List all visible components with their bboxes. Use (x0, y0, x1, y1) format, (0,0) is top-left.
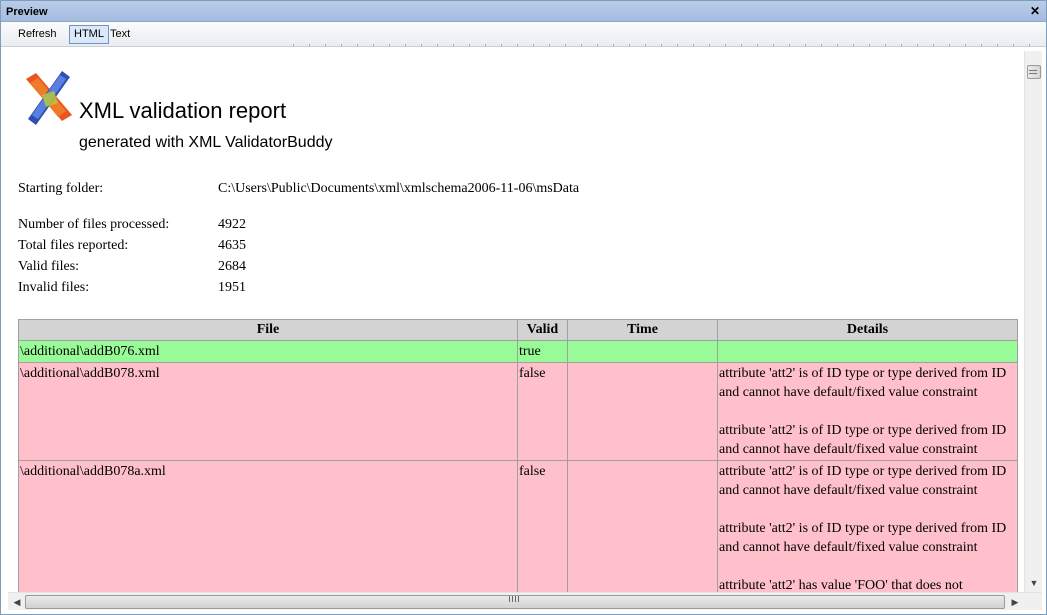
valid-cell: false (517, 362, 568, 461)
report-subtitle: generated with XML ValidatorBuddy (79, 134, 333, 151)
html-view-button[interactable]: HTML (69, 25, 109, 44)
details-cell: attribute 'att2' is of ID type or type d… (717, 362, 1018, 461)
report-title: XML validation report (79, 98, 287, 123)
detail-message: attribute 'att2' is of ID type or type d… (719, 366, 1007, 400)
table-row: \additional\addB076.xml true (18, 340, 1018, 363)
detail-message: attribute 'att2' is of ID type or type d… (719, 521, 1007, 555)
valid-files-value: 2684 (218, 259, 246, 274)
html-preview-viewport[interactable]: XML validation report generated with XML… (8, 51, 1024, 592)
time-cell (567, 340, 718, 363)
column-header-details: Details (717, 319, 1018, 341)
column-header-valid: Valid (517, 319, 568, 341)
column-header-file: File (18, 319, 518, 341)
preview-panel: Preview ✕ Refresh HTML Text XML validati… (0, 0, 1047, 615)
file-cell: \additional\addB078a.xml (18, 460, 518, 592)
xml-validatorbuddy-logo-icon (26, 71, 72, 125)
table-row: \additional\addB078a.xml false attribute… (18, 460, 1018, 592)
detail-message: attribute 'att2' has value 'FOO' that do… (719, 578, 963, 592)
table-row: \additional\addB078.xml false attribute … (18, 362, 1018, 461)
details-cell: attribute 'att2' is of ID type or type d… (717, 460, 1018, 592)
files-reported-value: 4635 (218, 238, 246, 253)
table-header-row: File Valid Time Details (18, 319, 1018, 341)
starting-folder-label: Starting folder: (18, 181, 104, 196)
details-cell (717, 340, 1018, 363)
arrow-left-icon[interactable]: ◀ (10, 595, 24, 609)
text-view-button[interactable]: Text (105, 25, 135, 44)
detail-message: attribute 'att2' is of ID type or type d… (719, 423, 1007, 457)
files-processed-value: 4922 (218, 217, 246, 232)
panel-titlebar: Preview ✕ (1, 1, 1046, 22)
vertical-scrollbar[interactable]: ▼ (1024, 51, 1042, 592)
toolbar-separator (293, 44, 1038, 46)
validation-results-table: File Valid Time Details \additional\addB… (18, 319, 1018, 592)
files-reported-label: Total files reported: (18, 238, 129, 253)
invalid-files-value: 1951 (218, 280, 246, 295)
files-processed-label: Number of files processed: (18, 217, 170, 232)
time-cell (567, 362, 718, 461)
starting-folder-value: C:\Users\Public\Documents\xml\xmlschema2… (218, 181, 580, 196)
horizontal-scrollbar[interactable]: ◀ ▶ (8, 592, 1042, 610)
close-icon[interactable]: ✕ (1028, 4, 1042, 18)
refresh-button[interactable]: Refresh (13, 25, 62, 44)
arrow-down-icon[interactable]: ▼ (1027, 576, 1041, 590)
valid-cell: true (517, 340, 568, 363)
invalid-files-label: Invalid files: (18, 280, 90, 295)
valid-cell: false (517, 460, 568, 592)
preview-toolbar: Refresh HTML Text (1, 22, 1046, 47)
panel-title: Preview (6, 6, 48, 18)
scroll-grip-icon (509, 596, 519, 602)
time-cell (567, 460, 718, 592)
scroll-grip-icon (1029, 70, 1037, 74)
file-cell: \additional\addB076.xml (18, 340, 518, 363)
valid-files-label: Valid files: (18, 259, 80, 274)
arrow-right-icon[interactable]: ▶ (1008, 595, 1022, 609)
file-cell: \additional\addB078.xml (18, 362, 518, 461)
detail-message: attribute 'att2' is of ID type or type d… (719, 464, 1007, 498)
column-header-time: Time (567, 319, 718, 341)
